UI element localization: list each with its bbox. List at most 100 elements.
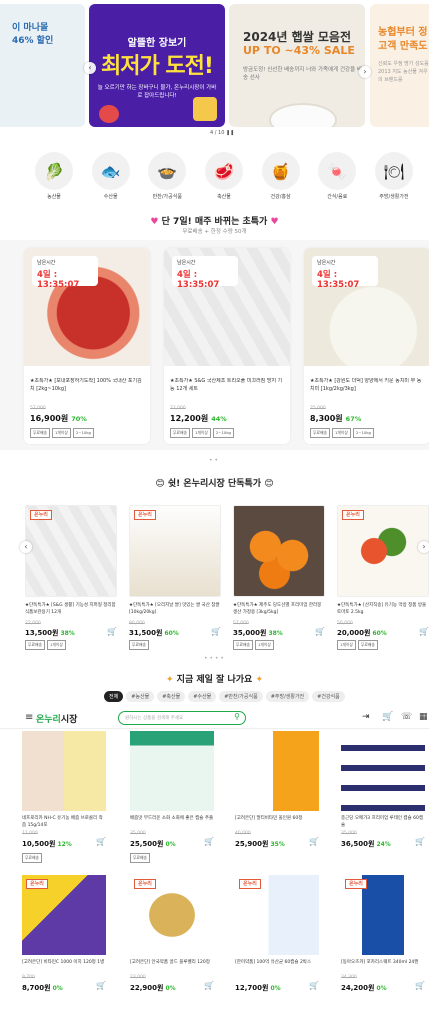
best-tab[interactable]: #건강식품 xyxy=(312,691,345,702)
add-to-cart-icon[interactable]: 🛒 xyxy=(419,627,429,636)
banner-slide-next[interactable]: 농협부터 정 고객 만족도 신뢰도 우정 명가 성도를 2013 지도 농산물 겨… xyxy=(370,4,429,127)
deal-name[interactable]: ★초특가★ [강원도 더덕] 양양에서 키운 동치미 무 동치미 [1kg/2k… xyxy=(310,378,424,394)
product-card[interactable]: 온누리 [한미약품] 100억 유산균 60캡슐 2박스 12,700원 0% 🛒 xyxy=(235,875,319,1015)
best-tab[interactable]: #주방/생활가전 xyxy=(265,691,310,702)
deal-image[interactable]: 남은시간 4일 : 13:35:07 xyxy=(304,248,429,366)
original-price: 35,000 xyxy=(341,831,357,836)
deal-card[interactable]: 남은시간 4일 : 13:35:07 ★초특가★ S&G 국산제조 트리오풀 미끄러… xyxy=(164,248,290,444)
product-image[interactable]: 온누리 xyxy=(235,875,319,955)
product-card[interactable]: 온누리 [고려은단] 비타민C 1000 이지 120정 1병 9,700 8,700… xyxy=(22,875,106,1015)
product-card[interactable]: [고려은단] 멀티비타민 올인원 60정 40,000 25,900원 35% 🛒 xyxy=(235,731,319,871)
product-name[interactable]: ★단독특가★ [오리지날 쌀] 맛있는 쌀 국산 참쌀 [10kg/20kg] xyxy=(129,602,221,616)
deal-image[interactable]: 남은시간 4일 : 13:35:07 xyxy=(164,248,290,366)
product-card[interactable]: 종근당 오메가3 프리미엄 루테인 캡슐 60캡슐 35,000 36,500원 24… xyxy=(341,731,425,871)
store-icon[interactable]: ▦ xyxy=(419,712,428,722)
product-name[interactable]: ★단독특가★ 제주도 당도선별 프리미엄 한라봉 생산 가정용 [3kg/5kg… xyxy=(233,602,325,616)
deal-name[interactable]: ★초특가★ [보내포장하기도착] 100% 국내산 포기김치 [2kg~10kg… xyxy=(30,378,144,394)
add-to-cart-icon[interactable]: 🛒 xyxy=(96,981,106,990)
banner-slide-prev[interactable]: 이 마나몰 46% 할인 xyxy=(0,4,85,127)
banner-slide-main[interactable]: 알뜰한 장보기 최저가 도전! 늘 오르기만 하는 장바구니 물가, 온누리시장… xyxy=(89,4,225,127)
product-name[interactable]: [한미약품] 100억 유산균 60캡슐 2박스 xyxy=(235,959,319,973)
category-item[interactable]: 🍲 반찬/가공식품 xyxy=(141,152,193,202)
onnuri-card[interactable]: ★단독특가★ 제주도 당도선별 프리미엄 한라봉 생산 가정용 [3kg/5kg… xyxy=(233,505,325,650)
add-to-cart-icon[interactable]: 🛒 xyxy=(107,627,117,636)
product-card[interactable]: 온누리 [고려은단] 안국약품 골드 블루벨리 120정 23,000 22,900원… xyxy=(130,875,214,1015)
onnuri-badge: 온누리 xyxy=(342,510,364,520)
product-name[interactable]: 배즙맛 부드러운 소화 소화에 좋은 캡슐 추출 xyxy=(130,815,214,829)
banner-carousel[interactable]: 이 마나몰 46% 할인 알뜰한 장보기 최저가 도전! 늘 오르기만 하는 장바… xyxy=(0,0,429,140)
product-image[interactable] xyxy=(235,731,319,811)
banner-headline: 최저가 도전! xyxy=(101,54,214,79)
menu-icon[interactable]: ≡ xyxy=(25,712,33,723)
carousel-prev-icon[interactable]: ‹ xyxy=(84,62,96,74)
best-tab[interactable]: #반찬/가공식품 xyxy=(219,691,263,702)
product-image[interactable] xyxy=(341,731,425,811)
best-tab[interactable]: #농산물 xyxy=(126,691,155,702)
product-name[interactable]: [동아오츠카] 포카리스웨트 340ml 24캔 xyxy=(341,959,425,973)
add-to-cart-icon[interactable]: 🛒 xyxy=(96,837,106,846)
onnuri-image[interactable] xyxy=(233,505,325,597)
product-image[interactable] xyxy=(22,731,106,811)
product-image[interactable]: 온누리 xyxy=(130,875,214,955)
support-icon[interactable]: ☏ xyxy=(401,712,412,722)
product-card[interactable]: 네프로리카 NH-C 유기농 배즙 브로콜리 착즙 15g/14포 11,000 1… xyxy=(22,731,106,871)
product-name[interactable]: [고려은단] 멀티비타민 올인원 60정 xyxy=(235,815,319,829)
product-image[interactable] xyxy=(130,731,214,811)
deal-name[interactable]: ★초특가★ S&G 국산제조 트리오풀 미끄러짐 방지 기능 12개 세트 xyxy=(170,378,284,394)
tag-badge: 2~10kg xyxy=(72,428,94,438)
product-image[interactable]: 온누리 xyxy=(341,875,425,955)
deal-card[interactable]: 남은시간 4일 : 13:35:07 ★초특가★ [강원도 더덕] 양양에서 키운 … xyxy=(304,248,429,444)
product-card[interactable]: 배즙맛 부드러운 소화 소화에 좋은 캡슐 추출 35,000 25,500원 0% 🛒… xyxy=(130,731,214,871)
category-item[interactable]: 🐟 수산물 xyxy=(85,152,137,202)
deal-original-price: 57,000 xyxy=(30,406,46,411)
category-icon: 🐟 xyxy=(91,152,130,190)
add-to-cart-icon[interactable]: 🛒 xyxy=(315,627,325,636)
cart-icon[interactable]: 🛒 xyxy=(382,712,393,722)
onnuri-image[interactable]: 온누리 xyxy=(129,505,221,597)
product-name[interactable]: [고려은단] 비타민C 1000 이지 120정 1병 xyxy=(22,959,106,973)
add-to-cart-icon[interactable]: 🛒 xyxy=(204,837,214,846)
banner-text: 농협부터 정 xyxy=(378,27,428,38)
product-name[interactable]: ★단독특가★ [산지직송] 유기농 먹방 정품 방울토마토 2.5kg xyxy=(337,602,429,616)
search-input[interactable]: 원하시는 상품을 검색해 주세요 ⚲ xyxy=(118,711,246,725)
product-name[interactable]: 종근당 오메가3 프리미엄 루테인 캡슐 60캡슐 xyxy=(341,815,425,829)
carousel-pager[interactable]: 4 / 10 ❚❚ xyxy=(210,130,234,136)
add-to-cart-icon[interactable]: 🛒 xyxy=(415,981,425,990)
onnuri-image[interactable]: 온누리 xyxy=(25,505,117,597)
product-name[interactable]: ★단독특가★ [S&G 생활] 기능성 지퍼형 정리함 식품보관용기 12개 xyxy=(25,602,117,616)
product-name[interactable]: 네프로리카 NH-C 유기농 배즙 브로콜리 착즙 15g/14포 xyxy=(22,815,106,829)
add-to-cart-icon[interactable]: 🛒 xyxy=(309,981,319,990)
banner-slide-rice[interactable]: 2024년 햅쌀 모음전 UP TO ~43% SALE 방금도정! 신선한 배… xyxy=(229,4,365,127)
product-name[interactable]: [고려은단] 안국약품 골드 블루벨리 120정 xyxy=(130,959,214,973)
product-price: 36,500원 24% xyxy=(341,839,391,849)
add-to-cart-icon[interactable]: 🛒 xyxy=(211,627,221,636)
add-to-cart-icon[interactable]: 🛒 xyxy=(204,981,214,990)
site-logo[interactable]: 온누리시장 xyxy=(36,712,77,725)
category-item[interactable]: 🥩 축산물 xyxy=(198,152,250,202)
deal-card[interactable]: 남은시간 4일 : 13:35:07 ★초특가★ [보내포장하기도착] 100% 국… xyxy=(24,248,150,444)
best-tab[interactable]: 전체 xyxy=(104,691,124,702)
onnuri-prev-icon[interactable]: ‹ xyxy=(20,541,32,553)
onnuri-card[interactable]: 온누리 ★단독특가★ [산지직송] 유기농 먹방 정품 방울토마토 2.5kg 50… xyxy=(337,505,429,650)
search-icon[interactable]: ⚲ xyxy=(234,712,240,721)
category-item[interactable]: 🍬 간식/음료 xyxy=(311,152,363,202)
timer-value: 4일 : 13:35:07 xyxy=(317,270,360,290)
onnuri-card[interactable]: 온누리 ★단독특가★ [S&G 생활] 기능성 지퍼형 정리함 식품보관용기 12… xyxy=(25,505,117,650)
carousel-next-icon[interactable]: › xyxy=(359,66,371,78)
add-to-cart-icon[interactable]: 🛒 xyxy=(415,837,425,846)
login-icon[interactable]: ⇥ xyxy=(362,712,370,722)
category-item[interactable]: 🍽 주방/생활가전 xyxy=(368,152,420,202)
best-tab[interactable]: #축산물 xyxy=(157,691,186,702)
add-to-cart-icon[interactable]: 🛒 xyxy=(309,837,319,846)
category-item[interactable]: 🍯 건강/홍삼 xyxy=(255,152,307,202)
category-item[interactable]: 🥬 농산물 xyxy=(28,152,80,202)
product-card[interactable]: 온누리 [동아오츠카] 포카리스웨트 340ml 24캔 34,300 24,200원… xyxy=(341,875,425,1015)
onnuri-image[interactable]: 온누리 xyxy=(337,505,429,597)
product-image[interactable]: 온누리 xyxy=(22,875,106,955)
onnuri-next-icon[interactable]: › xyxy=(418,541,429,553)
onnuri-card[interactable]: 온누리 ★단독특가★ [오리지날 쌀] 맛있는 쌀 국산 참쌀 [10kg/20k… xyxy=(129,505,221,650)
best-tab[interactable]: #수산물 xyxy=(188,691,217,702)
deal-image[interactable]: 남은시간 4일 : 13:35:07 xyxy=(24,248,150,366)
tag-badge: 무료배송 xyxy=(22,853,42,863)
onnuri-title: 😊 쉿! 온누리시장 단독특가 😊 xyxy=(155,479,274,489)
